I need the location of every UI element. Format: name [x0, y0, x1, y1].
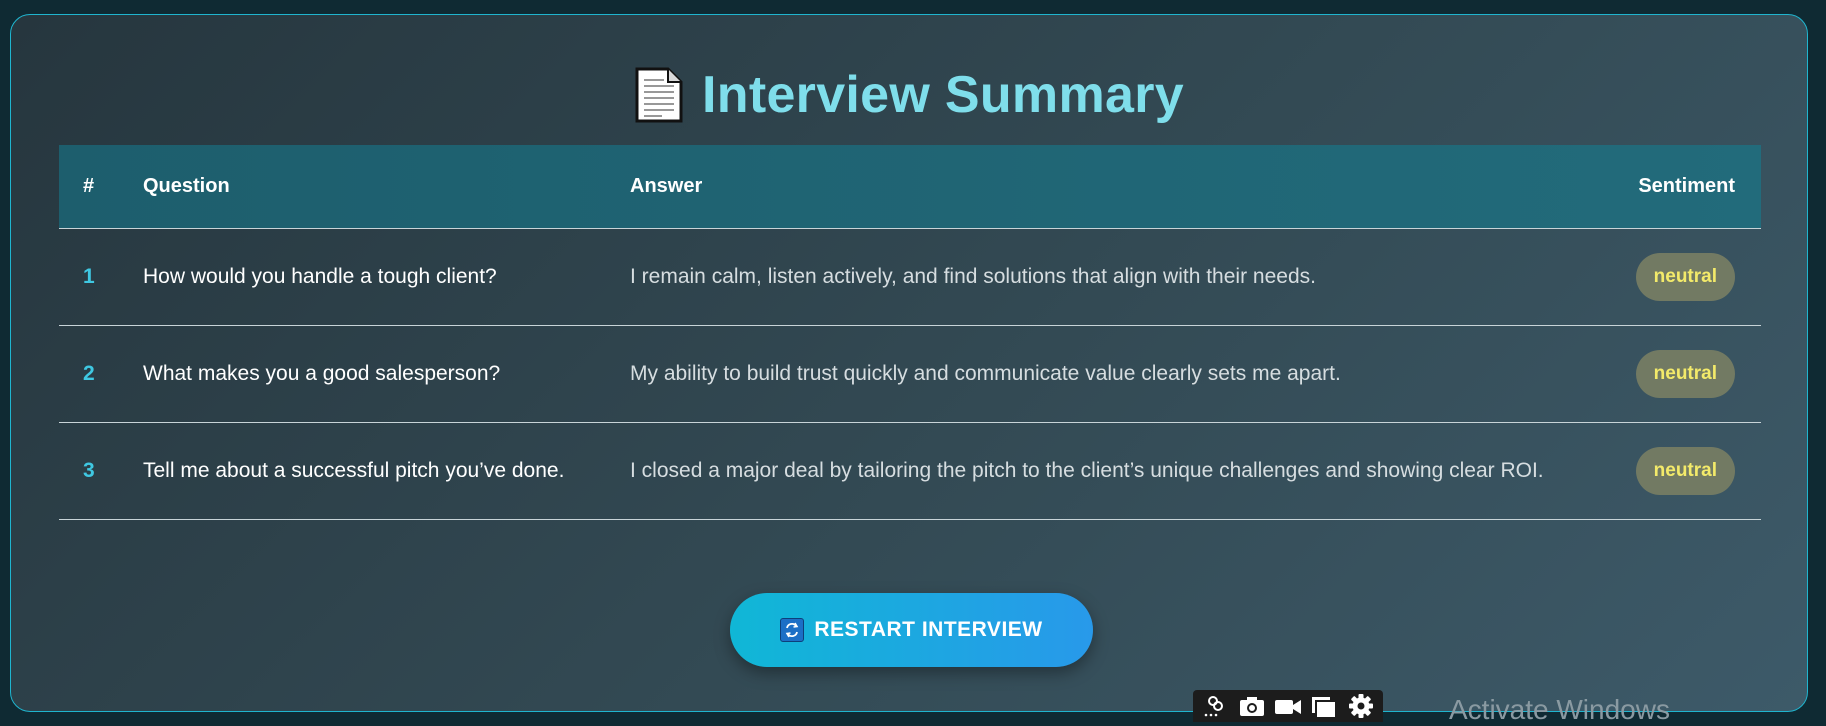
sentiment-cell: neutral [1630, 228, 1761, 326]
link-icon[interactable] [1201, 693, 1229, 719]
sentiment-badge: neutral [1635, 253, 1735, 301]
page-title: Interview Summary [702, 66, 1184, 124]
restart-interview-button[interactable]: RESTART INTERVIEW [730, 593, 1093, 667]
table-row: 2 What makes you a good salesperson? My … [59, 325, 1761, 423]
column-header-question: Question [143, 145, 630, 229]
sentiment-badge: neutral [1635, 350, 1735, 398]
column-header-number: # [59, 145, 143, 229]
column-header-answer: Answer [630, 145, 1630, 229]
question-cell: What makes you a good salesperson? [143, 325, 630, 423]
summary-card: Interview Summary # Question Answer Sent… [10, 14, 1808, 712]
gear-icon[interactable] [1347, 693, 1375, 719]
restart-button-label: RESTART INTERVIEW [814, 618, 1043, 641]
summary-table: # Question Answer Sentiment 1 How would … [59, 145, 1761, 520]
column-header-sentiment: Sentiment [1630, 145, 1761, 229]
document-icon [635, 67, 683, 123]
row-number: 2 [59, 325, 143, 423]
table-row: 3 Tell me about a successful pitch you’v… [59, 422, 1761, 520]
repeat-icon [780, 618, 805, 642]
question-cell: How would you handle a tough client? [143, 228, 630, 326]
answer-cell: I closed a major deal by tailoring the p… [630, 422, 1630, 520]
table-header-row: # Question Answer Sentiment [59, 145, 1761, 229]
row-number: 3 [59, 422, 143, 520]
sentiment-badge: neutral [1635, 447, 1735, 495]
capture-toolbar [1193, 690, 1383, 722]
sentiment-cell: neutral [1630, 422, 1761, 520]
answer-cell: I remain calm, listen actively, and find… [630, 228, 1630, 326]
answer-cell: My ability to build trust quickly and co… [630, 325, 1630, 423]
table-row: 1 How would you handle a tough client? I… [59, 228, 1761, 326]
copy-icon[interactable] [1310, 693, 1338, 719]
question-cell: Tell me about a successful pitch you’ve … [143, 422, 630, 520]
title-row: Interview Summary [11, 65, 1807, 125]
activate-windows-watermark: Activate Windows [1449, 694, 1670, 725]
video-camera-icon[interactable] [1274, 693, 1302, 719]
camera-icon[interactable] [1238, 693, 1266, 719]
sentiment-cell: neutral [1630, 325, 1761, 423]
row-number: 1 [59, 228, 143, 326]
